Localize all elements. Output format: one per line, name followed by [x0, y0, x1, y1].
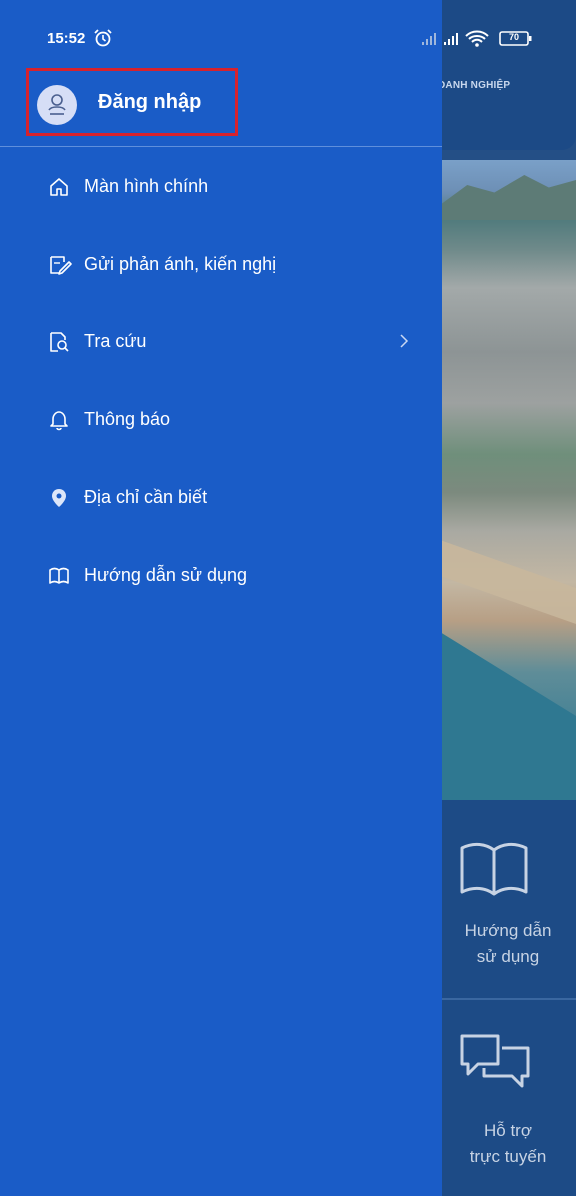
menu-item-lookup[interactable]: Tra cứu [0, 318, 442, 366]
status-time: 15:52 [47, 30, 86, 47]
book-icon [48, 565, 70, 587]
login-label: Đăng nhập [98, 91, 202, 113]
feedback-icon [48, 254, 72, 276]
location-pin-icon [48, 487, 70, 509]
chat-icon [456, 1030, 536, 1101]
book-icon [456, 838, 532, 903]
tile-online-support-label-1: Hỗ trợ [484, 1121, 532, 1140]
search-document-icon [48, 331, 70, 353]
tile-user-guide-label-2: sử dụng [476, 947, 540, 966]
chevron-right-icon [398, 330, 410, 357]
photo-sea [440, 632, 576, 800]
tile-online-support-label-2: trực tuyến [469, 1147, 547, 1166]
login-button[interactable]: Đăng nhập [26, 68, 238, 136]
background-header-text: DANH NGHIỆP [438, 80, 511, 91]
menu-item-label: Hướng dẫn sử dụng [84, 565, 248, 585]
menu-item-home[interactable]: Màn hình chính [0, 163, 442, 211]
menu-item-label: Màn hình chính [84, 176, 209, 196]
menu-item-addresses[interactable]: Địa chỉ cần biết [0, 474, 442, 522]
drawer-divider [0, 146, 442, 147]
photo-hills [440, 175, 576, 220]
menu-item-label: Gửi phản ánh, kiến nghị [84, 254, 277, 274]
status-bar: 15:52 70 [0, 0, 576, 60]
background-city-photo [440, 160, 576, 800]
tile-user-guide-label-1: Hướng dẫn [464, 921, 552, 940]
photo-beach [440, 540, 576, 624]
navigation-drawer: Đăng nhập Màn hình chính Gửi phản ánh, k… [0, 0, 442, 1196]
menu-item-label: Địa chỉ cần biết [84, 487, 208, 507]
menu-item-label: Thông báo [84, 409, 171, 429]
home-icon [48, 176, 70, 198]
status-icons [420, 28, 556, 55]
menu-item-feedback[interactable]: Gửi phản ánh, kiến nghị [0, 241, 442, 289]
signal-icon [422, 33, 458, 45]
menu-item-notifications[interactable]: Thông báo [0, 396, 442, 444]
avatar [37, 85, 77, 125]
wifi-icon [465, 30, 489, 47]
user-icon [48, 94, 66, 115]
menu-item-label: Tra cứu [84, 331, 147, 351]
menu-item-user-guide[interactable]: Hướng dẫn sử dụng [0, 552, 442, 600]
alarm-icon [93, 28, 113, 53]
battery-level: 70 [509, 32, 520, 42]
app-screen: DANH NGHIỆP Hướng dẫn sử dụng Hỗ trợ trự… [0, 0, 576, 1196]
bell-icon [48, 409, 70, 431]
